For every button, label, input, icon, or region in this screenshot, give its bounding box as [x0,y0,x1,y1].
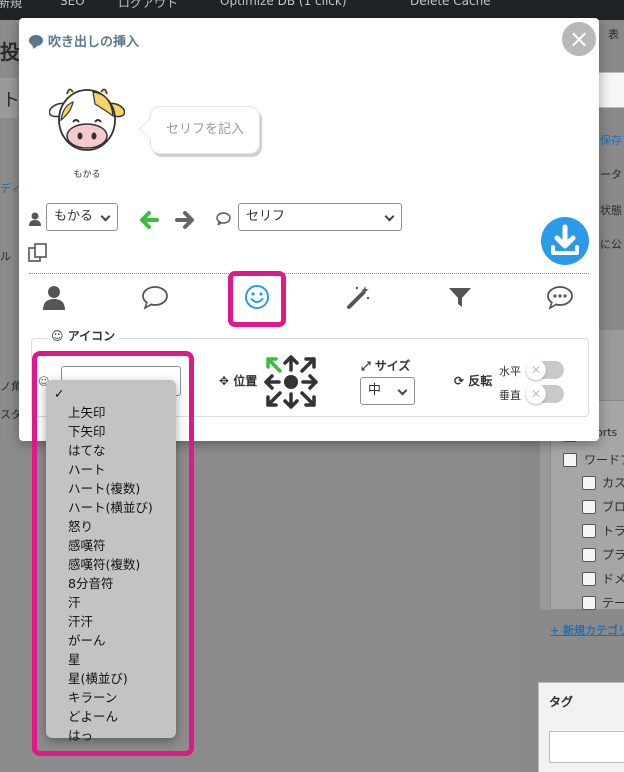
smile-icon: ☺ [51,329,68,343]
tab-speech-icon[interactable] [142,284,168,310]
bubble-type-select[interactable]: セリフ [238,203,402,231]
screen-options-fragment[interactable]: 表 [608,26,619,42]
category-label: プラ [602,548,624,562]
arrow-down-icon [283,392,299,409]
dialog-title-text: 吹き出しの挿入 [48,35,140,50]
flip-label: ⟳ 反転 [454,374,493,388]
resize-icon: ⤢ [361,359,375,373]
flip-vertical-label: 垂直 [499,389,521,402]
divider [29,273,589,274]
speech-bubble-icon [29,35,43,46]
category-checkbox[interactable] [582,596,596,610]
user-icon [29,212,41,226]
icon-section-label: ☺ アイコン [47,327,120,344]
center-dot-icon [284,375,298,389]
new-category-link[interactable]: + 新規カテゴリ [550,622,624,638]
admin-bar: 新規 SEO ログアウト Optimize DB (1 click) Delet… [0,0,624,20]
admin-bar-item[interactable]: SEO [60,0,85,8]
download-icon [551,224,579,255]
dialog-title: 吹き出しの挿入 [29,31,139,50]
admin-bar-item[interactable]: Delete Cache [410,0,491,8]
category-checkbox[interactable] [582,572,596,586]
arrow-left-icon [264,374,281,390]
tab-character-icon[interactable] [41,284,67,310]
title-input-fragment: ト [0,78,20,118]
preview-text: セリフを記入 [165,122,244,137]
chevron-down-icon [384,211,395,222]
tag-input[interactable] [549,731,624,763]
category-label: トラ [602,524,624,538]
speech-bubble-preview[interactable]: セリフを記入 [150,106,260,154]
tab-comment-dots-icon[interactable] [547,284,573,310]
arrow-up-right-icon [300,357,316,373]
category-label: ブロ [602,500,624,514]
category-label: ワードプ [584,453,624,467]
category-label: ドメ [602,572,624,586]
arrow-right-icon [301,374,318,390]
arrow-down-left-icon [266,391,282,407]
close-icon: ✕ [526,360,546,380]
insert-button[interactable] [541,217,589,265]
flip-vertical-toggle[interactable]: ✕ [526,384,564,404]
category-checkbox[interactable] [582,524,596,538]
category-label: カス [602,476,624,490]
cow-avatar-image[interactable] [49,80,125,158]
avatar-name: もかる [73,170,101,180]
category-label: テー [602,596,624,610]
size-select[interactable]: 中 [360,377,415,405]
category-checkbox[interactable] [582,476,596,490]
arrow-down-right-icon [300,391,316,407]
position-label: ✥ 位置 [219,374,258,388]
category-checkbox[interactable] [582,500,596,514]
visibility-label-fragment: に公 [600,238,622,251]
editor-select-fragment[interactable]: ル [0,248,11,264]
size-label: ⤢ サイズ [361,359,411,373]
character-select-value: もかる [54,209,94,224]
status-label-fragment: 状態 [600,204,622,217]
tag-panel: タグ [538,682,624,772]
close-icon: ✕ [526,384,546,404]
arrow-right-icon[interactable] [173,208,197,232]
dropdown-highlight-annotation [32,351,194,756]
tag-panel-title: タグ [549,695,574,709]
preview-button-fragment[interactable] [598,72,624,108]
flip-horizontal-label: 水平 [499,365,521,378]
admin-bar-item[interactable]: ログアウト [118,0,178,11]
size-select-value: 中 [368,383,382,398]
move-icon: ✥ [219,374,234,388]
category-checkbox[interactable] [563,453,577,467]
chevron-down-icon [100,211,111,222]
preview-label-fragment: ータ [600,168,622,181]
tab-magic-wand-icon[interactable] [345,284,371,310]
position-grid[interactable] [262,353,320,411]
admin-bar-item[interactable]: 新規 [0,0,22,11]
speech-bubble-outline-icon [216,212,231,225]
tab-highlight-annotation [228,271,286,327]
character-select[interactable]: もかる [46,203,118,231]
refresh-icon: ⟳ [454,374,469,388]
close-button[interactable]: × [562,22,596,56]
arrow-up-left-icon [266,357,282,373]
chevron-down-icon [397,385,408,396]
admin-bar-item[interactable]: Optimize DB (1 click) [220,0,347,8]
save-button-fragment[interactable]: 保存 [600,132,622,148]
tab-filter-icon[interactable] [447,284,473,310]
arrow-up-icon [283,355,299,372]
copy-icon[interactable] [27,242,49,264]
category-checkbox[interactable] [582,548,596,562]
bubble-type-select-value: セリフ [246,209,286,224]
flip-horizontal-toggle[interactable]: ✕ [526,360,564,380]
arrow-left-icon[interactable] [137,208,161,232]
